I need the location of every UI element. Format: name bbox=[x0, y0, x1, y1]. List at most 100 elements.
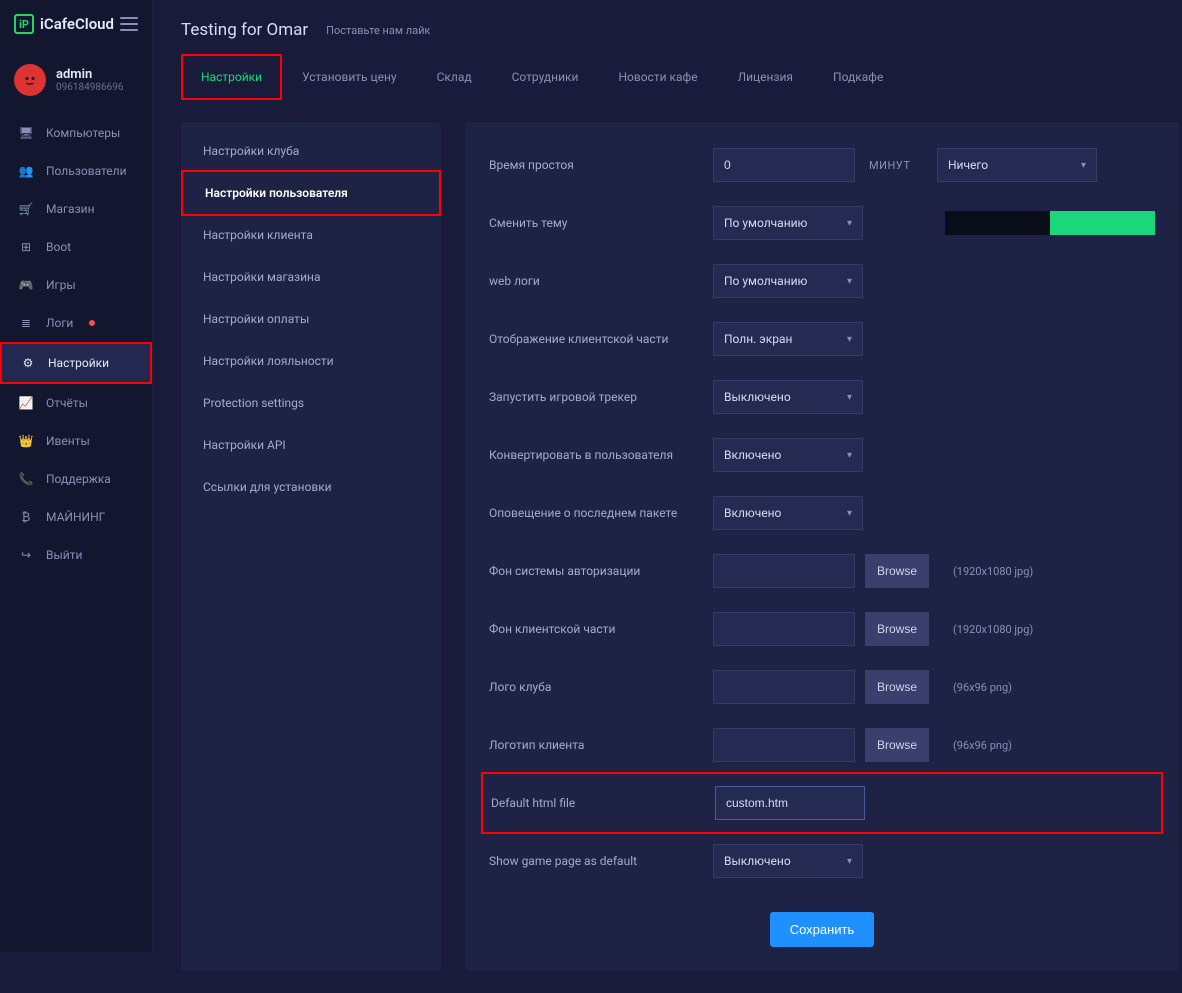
sidebar-item-label: Компьютеры bbox=[46, 126, 120, 140]
idle-action-select[interactable]: Ничего ▾ bbox=[937, 148, 1097, 182]
subnav-item[interactable]: Настройки магазина bbox=[181, 256, 441, 298]
topbar: Testing for Omar Поставьте нам лайк bbox=[153, 0, 1182, 54]
brand-text: iCafeCloud bbox=[40, 15, 114, 33]
sidebar-item-bitcoin[interactable]: ₿МАЙНИНГ bbox=[0, 498, 152, 536]
theme-green-swatch bbox=[1050, 211, 1155, 235]
row-gamepage: Show game page as default Выключено ▾ bbox=[489, 832, 1155, 890]
tab-установить-цену[interactable]: Установить цену bbox=[284, 56, 415, 98]
logo-club-browse-button[interactable]: Browse bbox=[865, 670, 929, 704]
subnav-item[interactable]: Настройки оплаты bbox=[181, 298, 441, 340]
tab-настройки[interactable]: Настройки bbox=[183, 56, 280, 98]
idle-input[interactable] bbox=[713, 148, 855, 182]
subnav-item[interactable]: Настройки клиента bbox=[181, 214, 441, 256]
theme-select[interactable]: По умолчанию ▾ bbox=[713, 206, 863, 240]
like-link[interactable]: Поставьте нам лайк bbox=[326, 24, 430, 37]
tracker-value: Выключено bbox=[724, 390, 791, 404]
phone-icon: 📞 bbox=[18, 472, 34, 486]
label-bg-auth: Фон системы авторизации bbox=[489, 564, 699, 578]
bg-auth-field[interactable] bbox=[713, 554, 855, 588]
subnav-item[interactable]: Настройки клуба bbox=[181, 130, 441, 172]
sidebar-item-phone[interactable]: 📞 Поддержка bbox=[0, 460, 152, 498]
chevron-down-icon: ▾ bbox=[847, 334, 852, 345]
clientview-value: Полн. экран bbox=[724, 332, 792, 346]
users-icon: 👥 bbox=[18, 164, 34, 178]
save-button[interactable]: Сохранить bbox=[770, 912, 875, 947]
sidebar-item-gamepad[interactable]: 🎮 Игры bbox=[0, 266, 152, 304]
tracker-select[interactable]: Выключено ▾ bbox=[713, 380, 863, 414]
sidebar-item-gear[interactable]: ⚙Настройки bbox=[0, 342, 152, 384]
label-default-html: Default html file bbox=[491, 796, 701, 810]
logo-club-field[interactable] bbox=[713, 670, 855, 704]
user-block[interactable]: admin 096184986696 bbox=[0, 48, 152, 104]
clientview-select[interactable]: Полн. экран ▾ bbox=[713, 322, 863, 356]
sidebar-item-users[interactable]: 👥Пользователи bbox=[0, 152, 152, 190]
gamepad-icon: 🎮 bbox=[18, 278, 34, 292]
chevron-down-icon: ▾ bbox=[847, 392, 852, 403]
tab-склад[interactable]: Склад bbox=[419, 56, 490, 98]
default-html-input[interactable] bbox=[715, 786, 865, 820]
bg-auth-browse-button[interactable]: Browse bbox=[865, 554, 929, 588]
tab-новости-кафе[interactable]: Новости кафе bbox=[600, 56, 715, 98]
sidebar-item-chart[interactable]: 📈Отчёты bbox=[0, 384, 152, 422]
tabs: НастройкиУстановить ценуСкладСотрудникиН… bbox=[153, 54, 1182, 100]
weblogs-select[interactable]: По умолчанию ▾ bbox=[713, 264, 863, 298]
chevron-down-icon: ▾ bbox=[847, 450, 852, 461]
sidebar-item-label: Логи bbox=[46, 316, 73, 330]
sidebar-item-label: Ивенты bbox=[46, 434, 90, 448]
gamepage-select[interactable]: Выключено ▾ bbox=[713, 844, 863, 878]
sidebar-item-label: Игры bbox=[46, 278, 76, 292]
label-weblogs: web логи bbox=[489, 274, 699, 288]
subnav-item[interactable]: Настройки пользователя bbox=[181, 170, 441, 216]
row-clientview: Отображение клиентской части Полн. экран… bbox=[489, 310, 1155, 368]
subnav-item[interactable]: Protection settings bbox=[181, 382, 441, 424]
tab-подкафе[interactable]: Подкафе bbox=[815, 56, 901, 98]
subnav-item[interactable]: Настройки лояльности bbox=[181, 340, 441, 382]
crown-icon: 👑 bbox=[18, 434, 34, 448]
bg-client-browse-button[interactable]: Browse bbox=[865, 612, 929, 646]
idle-action-value: Ничего bbox=[948, 158, 988, 172]
row-convert: Конвертировать в пользователя Включено ▾ bbox=[489, 426, 1155, 484]
sidebar-item-label: МАЙНИНГ bbox=[46, 510, 105, 524]
sidebar-item-monitor[interactable]: 🖥Компьютеры bbox=[0, 114, 152, 152]
row-bg-auth: Фон системы авторизации Browse (1920x108… bbox=[489, 542, 1155, 600]
chevron-down-icon: ▾ bbox=[1081, 160, 1086, 171]
weblogs-value: По умолчанию bbox=[724, 274, 807, 288]
convert-value: Включено bbox=[724, 448, 781, 462]
logo-client-field[interactable] bbox=[713, 728, 855, 762]
chart-icon: 📈 bbox=[18, 396, 34, 410]
row-lastpacket: Оповещение о последнем пакете Включено ▾ bbox=[489, 484, 1155, 542]
subnav-item[interactable]: Ссылки для установки bbox=[181, 466, 441, 508]
windows-icon: ⊞ bbox=[18, 240, 34, 254]
sidebar-item-label: Выйти bbox=[46, 548, 82, 562]
notification-dot bbox=[89, 320, 95, 326]
sidebar-item-crown[interactable]: 👑 Ивенты bbox=[0, 422, 152, 460]
sidebar-item-logs[interactable]: ≣Логи bbox=[0, 304, 152, 342]
form-panel: Время простоя МИНУТ Ничего ▾ Сменить тем… bbox=[465, 122, 1179, 971]
theme-value: По умолчанию bbox=[724, 216, 807, 230]
sidebar-item-windows[interactable]: ⊞Boot bbox=[0, 228, 152, 266]
lastpacket-select[interactable]: Включено ▾ bbox=[713, 496, 863, 530]
settings-subnav: Настройки клубаНастройки пользователяНас… bbox=[181, 122, 441, 971]
row-idle: Время простоя МИНУТ Ничего ▾ bbox=[489, 136, 1155, 194]
user-name: admin bbox=[56, 67, 123, 82]
tab-сотрудники[interactable]: Сотрудники bbox=[494, 56, 597, 98]
sidebar-item-logout[interactable]: ↪Выйти bbox=[0, 536, 152, 574]
sidebar-item-label: Магазин bbox=[46, 202, 95, 216]
idle-unit: МИНУТ bbox=[869, 159, 923, 172]
save-row: Сохранить bbox=[489, 890, 1155, 947]
logo-client-browse-button[interactable]: Browse bbox=[865, 728, 929, 762]
gamepage-value: Выключено bbox=[724, 854, 791, 868]
avatar bbox=[14, 64, 46, 96]
bg-client-field[interactable] bbox=[713, 612, 855, 646]
label-convert: Конвертировать в пользователя bbox=[489, 448, 699, 462]
logo-icon: iP bbox=[14, 14, 34, 34]
menu-toggle-icon[interactable] bbox=[120, 17, 138, 31]
label-bg-client: Фон клиентской части bbox=[489, 622, 699, 636]
tab-лицензия[interactable]: Лицензия bbox=[720, 56, 811, 98]
convert-select[interactable]: Включено ▾ bbox=[713, 438, 863, 472]
sidebar-item-label: Поддержка bbox=[46, 472, 111, 486]
label-gamepage: Show game page as default bbox=[489, 854, 699, 868]
row-theme: Сменить тему По умолчанию ▾ bbox=[489, 194, 1155, 252]
subnav-item[interactable]: Настройки API bbox=[181, 424, 441, 466]
sidebar-item-cart[interactable]: 🛒Магазин bbox=[0, 190, 152, 228]
